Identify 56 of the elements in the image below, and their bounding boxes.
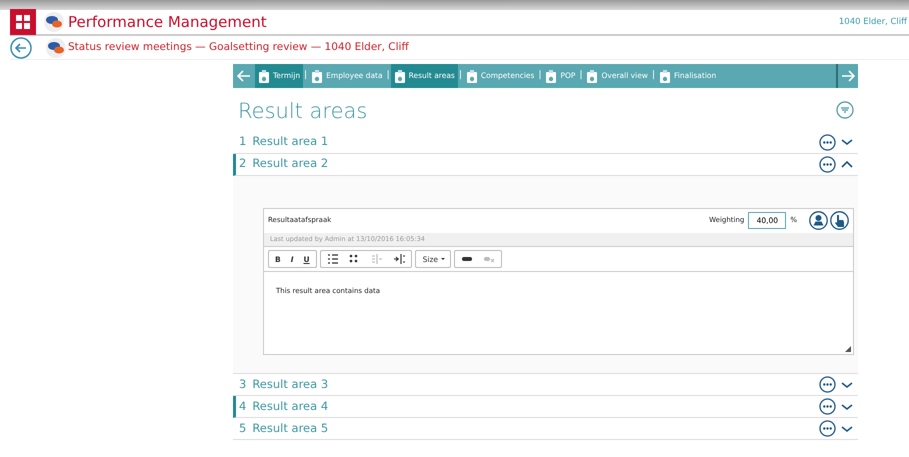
next-button[interactable]	[836, 64, 858, 88]
indent-icon	[392, 253, 405, 266]
more-icon[interactable]	[819, 420, 836, 438]
chevron-up-icon[interactable]	[840, 159, 854, 169]
back-icon[interactable]	[10, 36, 32, 58]
result-area-row[interactable]: 3 Result area 3	[233, 374, 858, 396]
breadcrumb: Status review meetings — Goalsetting review — 1040 Elder, Cliff	[68, 40, 409, 55]
app-title: Performance Management	[68, 12, 267, 33]
more-icon[interactable]	[819, 156, 836, 172]
apps-button[interactable]	[10, 9, 36, 35]
result-area-row[interactable]: 4 Result area 4	[233, 396, 858, 418]
chevron-down-icon[interactable]	[840, 380, 854, 390]
tab-separator: |	[303, 69, 308, 82]
hand-pointer-icon[interactable]	[830, 211, 849, 230]
clipboard-icon	[466, 70, 478, 82]
user-name[interactable]: 1040 Elder, Cliff	[838, 16, 907, 28]
tab-separator: |	[386, 69, 391, 82]
clipboard-icon	[586, 70, 598, 82]
more-icon[interactable]	[819, 376, 836, 394]
row-title: Result area 2	[252, 155, 328, 172]
arrow-left-icon	[237, 70, 251, 82]
chat-icon	[44, 12, 64, 32]
row-number: 1	[239, 133, 246, 150]
row-title: Result area 5	[252, 420, 328, 438]
tab-separator: |	[458, 69, 463, 82]
outdent-icon	[370, 253, 383, 266]
row-title: Result area 4	[252, 398, 328, 416]
row-number: 2	[239, 155, 246, 172]
clipboard-icon	[258, 70, 270, 82]
clipboard-icon	[659, 70, 671, 82]
more-icon[interactable]	[819, 134, 836, 150]
clipboard-icon	[545, 70, 558, 82]
row-title: Result area 1	[252, 133, 328, 150]
row-number: 3	[239, 376, 246, 394]
clipboard-icon	[311, 70, 324, 82]
filter-icon[interactable]	[836, 100, 854, 119]
more-icon[interactable]	[819, 398, 836, 416]
numbered-list-icon	[326, 253, 339, 266]
result-area-row[interactable]: 2 Result area 2	[233, 154, 858, 176]
chevron-down-icon[interactable]	[840, 402, 854, 412]
row-number: 5	[239, 420, 246, 438]
person-icon[interactable]	[809, 211, 828, 230]
result-area-row[interactable]: 1 Result area 1	[233, 132, 858, 154]
row-number: 4	[239, 398, 246, 416]
clipboard-icon	[394, 70, 406, 82]
row-title: Result area 3	[252, 376, 328, 394]
tab-separator: |	[578, 69, 584, 82]
result-area-row[interactable]: 5 Result area 5	[233, 418, 858, 440]
chevron-down-icon[interactable]	[840, 424, 854, 434]
arrow-right-icon	[841, 70, 855, 82]
chevron-down-icon[interactable]	[840, 137, 854, 147]
grid-icon	[16, 15, 30, 29]
resize-grip-icon	[845, 346, 851, 352]
tab-separator: |	[537, 69, 542, 82]
tab-separator: |	[650, 69, 656, 82]
page-heading: Result areas	[238, 98, 368, 125]
